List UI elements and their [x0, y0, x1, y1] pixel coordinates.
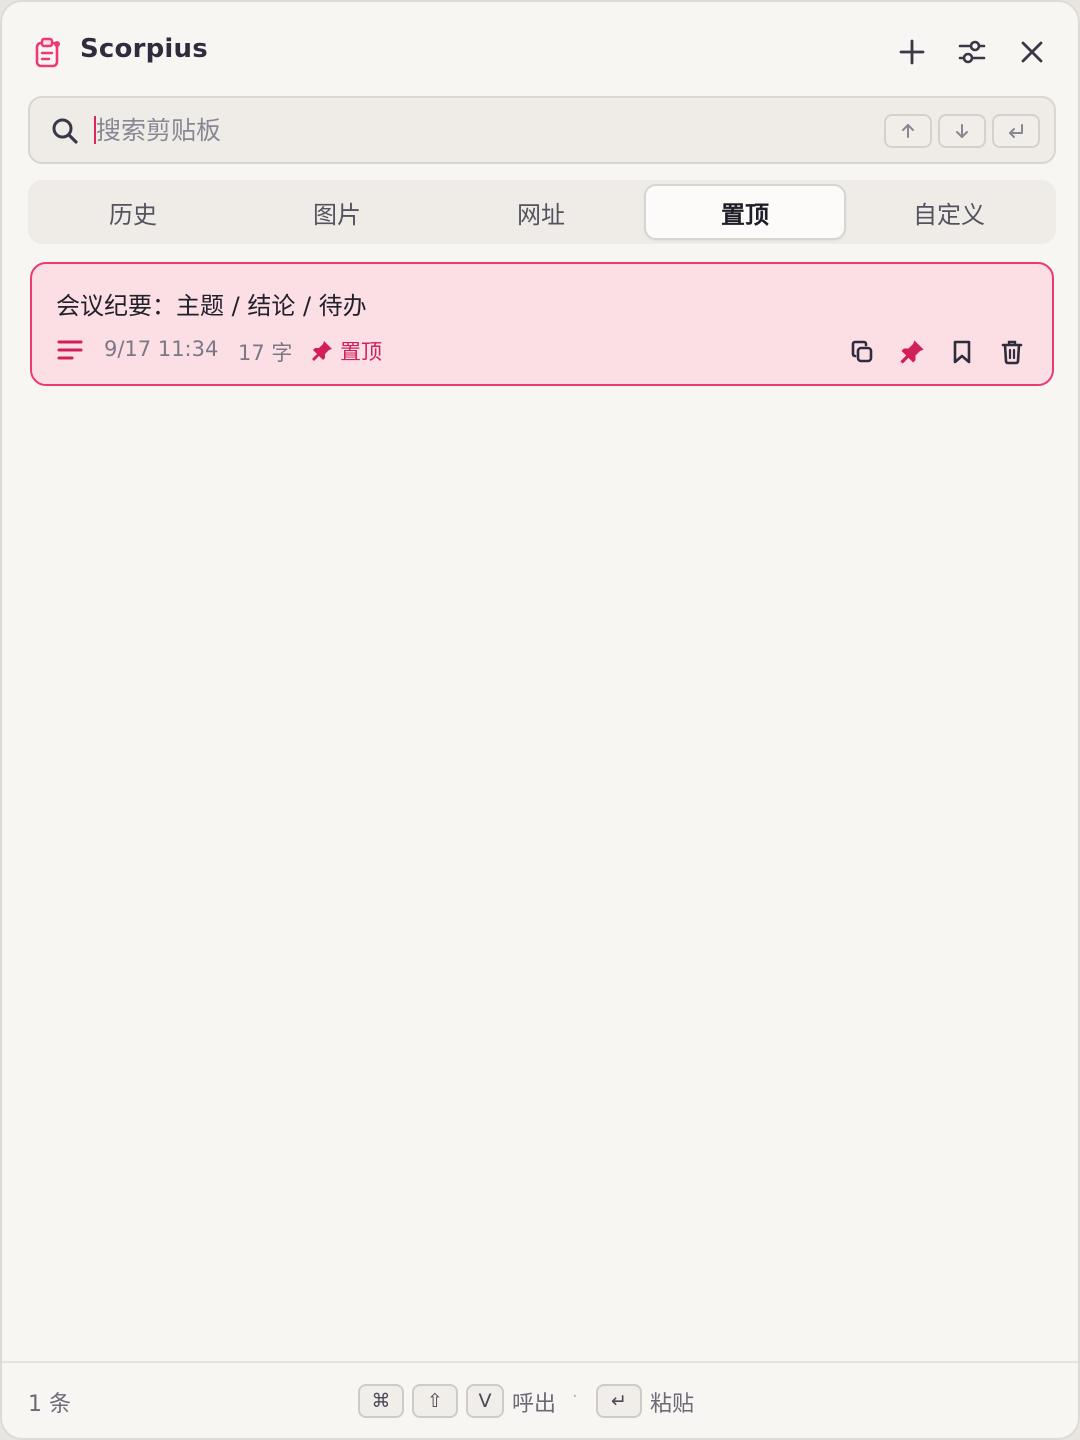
- tab-custom[interactable]: 自定义: [848, 184, 1050, 240]
- paste-label: 粘贴: [650, 1392, 695, 1417]
- arrow-down-icon: [956, 124, 968, 138]
- copy-icon: [851, 340, 873, 363]
- bookmark-button[interactable]: [944, 334, 980, 370]
- close-button[interactable]: [1012, 32, 1052, 72]
- enter-key-hint: ↵: [596, 1384, 642, 1418]
- sliders-icon: [958, 40, 986, 64]
- unpin-button[interactable]: [894, 334, 930, 370]
- arrow-up-icon: [902, 124, 914, 138]
- trash-icon: [1001, 340, 1023, 365]
- title-bar: Scorpius: [2, 2, 1078, 98]
- clip-item[interactable]: 会议纪要：主题 / 结论 / 待办 9/17 11:34 17 字 置顶: [30, 262, 1054, 386]
- tab-urls[interactable]: 网址: [440, 184, 642, 240]
- clip-text: 会议纪要：主题 / 结论 / 待办: [56, 292, 367, 320]
- search-input[interactable]: [96, 108, 856, 152]
- enter-key[interactable]: [992, 114, 1040, 148]
- category-tabs: 历史 图片 网址 置顶 自定义: [28, 180, 1056, 244]
- clip-char-count: 17 字: [238, 341, 293, 365]
- bookmark-icon: [953, 340, 971, 364]
- delete-button[interactable]: [994, 334, 1030, 370]
- pinned-label: 置顶: [340, 340, 382, 364]
- prev-item-key[interactable]: [884, 114, 932, 148]
- v-key: V: [466, 1384, 504, 1418]
- pin-icon: [312, 341, 332, 361]
- app-title: Scorpius: [80, 34, 208, 64]
- shift-key: ⇧: [412, 1384, 458, 1418]
- summon-label: 呼出: [512, 1392, 557, 1417]
- footer-separator: ·: [572, 1386, 578, 1407]
- settings-button[interactable]: [952, 32, 992, 72]
- plus-icon: [899, 39, 925, 65]
- tab-images[interactable]: 图片: [236, 184, 438, 240]
- tab-history[interactable]: 历史: [32, 184, 234, 240]
- copy-button[interactable]: [844, 334, 880, 370]
- clipboard-icon: [35, 37, 60, 68]
- enter-icon: [1009, 124, 1023, 138]
- add-button[interactable]: [892, 32, 932, 72]
- search-bar: [28, 96, 1056, 164]
- command-key: ⌘: [358, 1384, 404, 1418]
- clip-timestamp: 9/17 11:34: [104, 337, 219, 361]
- pinned-badge: 置顶: [310, 336, 382, 366]
- pin-icon: [900, 340, 924, 364]
- next-item-key[interactable]: [938, 114, 986, 148]
- item-count: 1 条: [28, 1392, 71, 1417]
- text-lines-icon: [57, 340, 83, 360]
- clipboard-window: Scorpius 搜索剪贴板 历史 图片 网址 置顶 自定义 会议纪要：主题 /…: [0, 0, 1080, 1440]
- tab-pinned[interactable]: 置顶: [644, 184, 846, 240]
- search-icon: [52, 118, 78, 144]
- close-icon: [1021, 41, 1043, 63]
- footer-divider: [2, 1361, 1078, 1363]
